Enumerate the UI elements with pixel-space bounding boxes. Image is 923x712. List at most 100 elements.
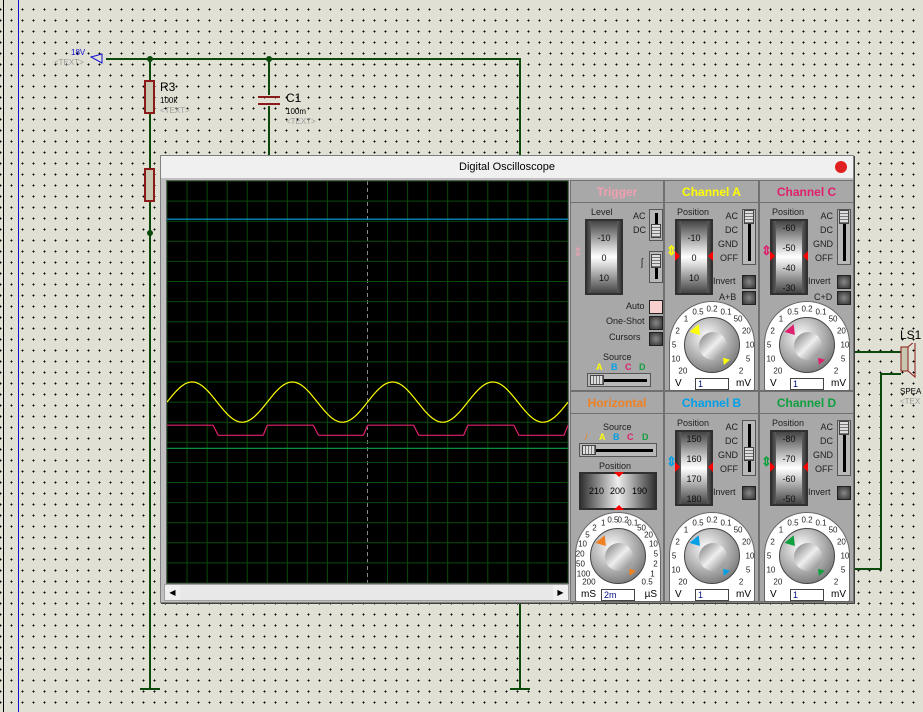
mode-ac[interactable]: AC [725, 422, 738, 432]
scale-label: 5 [745, 565, 751, 575]
channel-d-volts-knob[interactable]: V mV 1 20 10 5 2 1 0.5 0.2 0.1 50 20 10 5 2 [764, 512, 850, 602]
trigger-dc[interactable]: DC [633, 225, 646, 235]
scale-label: 0.2 [801, 304, 813, 314]
tick: -10 [687, 233, 701, 243]
speaker-wire [853, 351, 901, 353]
volts-value[interactable]: 1 [695, 378, 729, 390]
timebase-value[interactable]: 2m [601, 589, 635, 601]
mode-off[interactable]: OFF [815, 464, 833, 474]
coupling-slider[interactable] [837, 420, 851, 476]
r3-text: <TEXT> [160, 106, 190, 115]
c1-plate [258, 103, 280, 105]
source-d: D [639, 362, 646, 372]
coupling-slider[interactable] [742, 209, 756, 265]
horizontal-scrollbar[interactable]: ◀ ▶ [164, 584, 569, 601]
h-source-slider[interactable] [579, 443, 657, 457]
mode-dc[interactable]: DC [725, 436, 738, 446]
c1-wire [268, 60, 270, 95]
h-position-gauge[interactable]: 210 200 190 [579, 472, 657, 510]
mode-gnd[interactable]: GND [813, 450, 833, 460]
scale-label: 10 [648, 539, 658, 549]
mode-ac[interactable]: AC [725, 211, 738, 221]
invert-button[interactable] [837, 275, 851, 289]
left-border-line [3, 0, 4, 712]
volts-value[interactable]: 1 [790, 378, 824, 390]
speaker-name: LS1 [900, 328, 922, 342]
wire-left [149, 60, 151, 690]
mode-dc[interactable]: DC [820, 225, 833, 235]
unit-right: mV [831, 378, 846, 389]
mode-ac[interactable]: AC [820, 211, 833, 221]
scale-label: 5 [585, 530, 590, 540]
volts-value[interactable]: 1 [790, 589, 824, 601]
mode-off[interactable]: OFF [815, 253, 833, 263]
timebase-knob[interactable]: mS µS 2m 200 100 50 20 10 5 2 1 0.5 0.2 0.1 50 20 10 5… [575, 512, 661, 602]
r3-value: 100k [160, 96, 178, 105]
marker-icon [708, 462, 713, 472]
scale-label: 0.1 [720, 518, 732, 528]
mode-off[interactable]: OFF [720, 464, 738, 474]
invert-button[interactable] [837, 486, 851, 500]
scale-label: 20 [741, 326, 751, 336]
junction [147, 230, 153, 236]
tick: 180 [686, 494, 702, 504]
scale-label: 20 [773, 366, 783, 376]
trigger-source-slider[interactable] [587, 373, 651, 387]
title-bar[interactable]: Digital Oscilloscope [161, 156, 853, 178]
coupling-slider[interactable] [837, 209, 851, 265]
scroll-right-icon[interactable]: ▶ [553, 585, 568, 600]
coupling-slider[interactable] [742, 420, 756, 476]
mode-dc[interactable]: DC [820, 436, 833, 446]
scale-label: 2 [675, 326, 680, 336]
scale-label: 10 [745, 551, 755, 561]
mode-gnd[interactable]: GND [718, 450, 738, 460]
channel-d-panel: Channel D Position -80 -70 -60 -50 ⇕ AC DC GN… [759, 391, 854, 602]
scale-label: 2 [738, 577, 744, 587]
tick: 190 [632, 486, 648, 496]
mode-gnd[interactable]: GND [813, 239, 833, 249]
volts-value[interactable]: 1 [695, 589, 729, 601]
trigger-coupling-slider[interactable] [649, 209, 663, 241]
channel-a-volts-knob[interactable]: V mV 1 20 10 5 2 1 0.5 0.2 0.1 50 20 10 5 2 [669, 301, 755, 391]
channel-c-title: Channel C [760, 181, 853, 203]
channel-b-volts-knob[interactable]: V mV 1 20 10 5 2 1 0.5 0.2 0.1 50 20 10 5 2 [669, 512, 755, 602]
scale-label: 20 [836, 326, 846, 336]
scroll-left-icon[interactable]: ◀ [165, 585, 180, 600]
unit-left: mS [581, 589, 596, 600]
mode-ac[interactable]: AC [820, 422, 833, 432]
auto-label: Auto [626, 301, 645, 311]
oneshot-button[interactable] [649, 316, 663, 330]
scale-label: 0.5 [641, 577, 653, 587]
trigger-level-gauge[interactable]: -10 0 10 [585, 219, 623, 295]
tick: -40 [782, 263, 796, 273]
trigger-edge-slider[interactable] [649, 251, 663, 283]
ground-icon [140, 688, 160, 696]
scale-label: 200 [582, 577, 596, 587]
scale-label: 1 [683, 525, 689, 535]
cursors-button[interactable] [649, 332, 663, 346]
marker-icon [770, 462, 775, 472]
edge-icon: ⎰ [637, 259, 647, 270]
scale-label: 20 [678, 577, 688, 587]
mode-off[interactable]: OFF [720, 253, 738, 263]
trigger-updown-icon[interactable]: ⇕ [573, 245, 583, 259]
unit-left: V [675, 589, 682, 600]
invert-button[interactable] [742, 486, 756, 500]
tick: -80 [782, 434, 796, 444]
trigger-ac[interactable]: AC [633, 211, 646, 221]
trigger-title: Trigger [571, 181, 663, 203]
scale-label: 50 [828, 525, 838, 535]
mode-dc[interactable]: DC [725, 225, 738, 235]
channel-c-volts-knob[interactable]: V mV 1 20 10 5 2 1 0.5 0.2 0.1 50 20 10 5 2 [764, 301, 850, 391]
tick: 210 [589, 486, 605, 496]
tick: 10 [688, 273, 699, 283]
close-button[interactable] [835, 161, 847, 173]
unit-right: µS [644, 589, 657, 600]
tick: 160 [686, 454, 702, 464]
speaker-text: <TEX [900, 397, 921, 406]
scale-label: 0.1 [815, 518, 827, 528]
mode-gnd[interactable]: GND [718, 239, 738, 249]
invert-button[interactable] [742, 275, 756, 289]
scale-label: 2 [738, 366, 744, 376]
auto-button[interactable] [649, 300, 663, 314]
